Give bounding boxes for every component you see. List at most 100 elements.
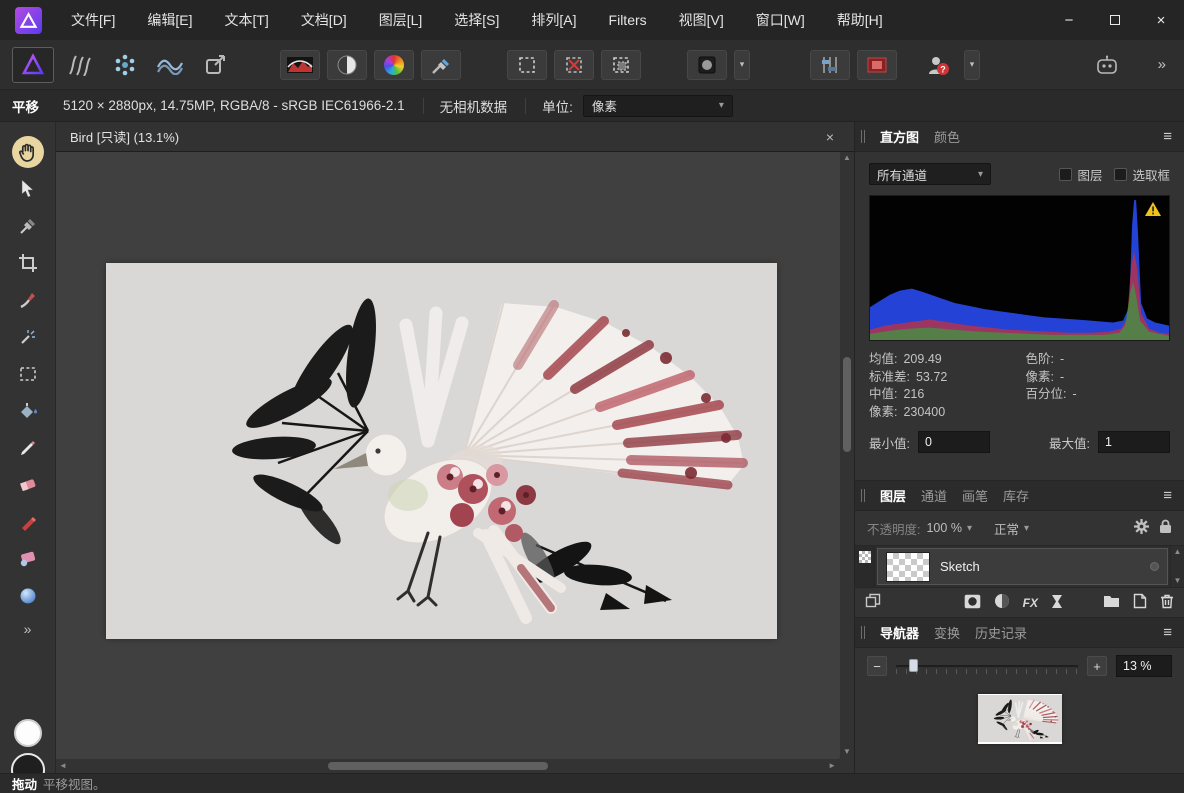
marquee-checkbox[interactable] xyxy=(1114,168,1127,181)
panel-grip-icon[interactable] xyxy=(861,130,865,143)
live-filter-icon[interactable] xyxy=(1051,594,1063,612)
erase-tool-button[interactable] xyxy=(8,467,48,503)
panel-grip-icon[interactable] xyxy=(861,626,865,639)
layer-list-scrollbar[interactable]: ▲ ▼ xyxy=(1170,546,1184,587)
layer-checkbox[interactable] xyxy=(1059,168,1072,181)
auto-white-balance-button[interactable] xyxy=(421,50,461,80)
assistant-dropdown[interactable]: ▾ xyxy=(964,50,980,80)
auto-colours-button[interactable] xyxy=(374,50,414,80)
horizontal-scroll-thumb[interactable] xyxy=(328,762,548,770)
menu-arrange[interactable]: 排列[A] xyxy=(515,0,592,40)
group-layers-icon[interactable] xyxy=(1103,594,1120,611)
quick-mask-button[interactable] xyxy=(687,50,727,80)
foreground-swatch[interactable] xyxy=(14,719,42,747)
layer-thumbnail[interactable] xyxy=(886,552,930,582)
layer-row[interactable]: Sketch xyxy=(877,548,1168,585)
auto-contrast-button[interactable] xyxy=(327,50,367,80)
menu-file[interactable]: 文件[F] xyxy=(55,0,131,40)
tab-transform[interactable]: 变换 xyxy=(934,623,960,642)
tab-navigator[interactable]: 导航器 xyxy=(880,623,919,642)
tab-colour[interactable]: 颜色 xyxy=(934,127,960,146)
tab-stock[interactable]: 库存 xyxy=(1003,486,1029,505)
scroll-up-icon[interactable]: ▲ xyxy=(843,154,851,162)
tab-layers[interactable]: 图层 xyxy=(880,486,906,505)
tab-close-icon[interactable]: × xyxy=(820,129,840,145)
view-tool-button[interactable] xyxy=(8,134,48,170)
assistant-robot-button[interactable] xyxy=(1088,48,1126,82)
invert-selection-button[interactable] xyxy=(601,50,641,80)
marquee-tool-button[interactable] xyxy=(8,356,48,392)
delete-layer-icon[interactable] xyxy=(1160,593,1174,612)
blend-options-gear-icon[interactable] xyxy=(1134,519,1149,537)
scroll-down-icon[interactable]: ▼ xyxy=(843,748,851,756)
background-swatch[interactable] xyxy=(11,753,45,773)
document-tab[interactable]: Bird [只读] (13.1%) × xyxy=(56,122,854,151)
assistant-button[interactable]: ? xyxy=(919,48,957,82)
adjustment-layer-icon[interactable] xyxy=(994,593,1010,612)
export-persona-button[interactable] xyxy=(196,48,234,82)
menu-select[interactable]: 选择[S] xyxy=(438,0,515,40)
layer-effects-icon[interactable]: FX xyxy=(1023,596,1038,610)
warning-icon[interactable] xyxy=(1145,202,1161,219)
vertical-scroll-thumb[interactable] xyxy=(843,357,851,452)
menu-document[interactable]: 文档[D] xyxy=(285,0,363,40)
zoom-in-button[interactable]: + xyxy=(1087,656,1107,676)
tab-brushes[interactable]: 画笔 xyxy=(962,486,988,505)
more-tools-button[interactable]: » xyxy=(24,621,32,637)
menu-help[interactable]: 帮助[H] xyxy=(821,0,899,40)
selection-brush-tool-button[interactable] xyxy=(8,282,48,318)
panel-menu-icon[interactable]: ≡ xyxy=(1163,128,1172,145)
zoom-slider-handle[interactable] xyxy=(909,659,918,672)
blur-tool-button[interactable] xyxy=(8,578,48,614)
blend-mode-select[interactable]: 正常 ▾ xyxy=(994,519,1029,538)
snapping-button[interactable] xyxy=(810,50,850,80)
tab-channels[interactable]: 通道 xyxy=(921,486,947,505)
maximize-button[interactable] xyxy=(1092,0,1138,40)
mask-layer-icon[interactable] xyxy=(964,594,981,612)
tone-mapping-persona-button[interactable] xyxy=(151,48,189,82)
opacity-select[interactable]: 100 % ▾ xyxy=(926,521,971,535)
toolbar-overflow-button[interactable]: » xyxy=(1152,56,1172,73)
viewport[interactable]: ▲ ▼ ◄ ► xyxy=(56,152,854,773)
quick-mask-dropdown[interactable]: ▾ xyxy=(734,50,750,80)
menu-window[interactable]: 窗口[W] xyxy=(740,0,821,40)
zoom-value-input[interactable] xyxy=(1116,655,1172,677)
crop-tool-button[interactable] xyxy=(8,245,48,281)
auto-levels-button[interactable] xyxy=(280,50,320,80)
edit-all-layers-toggle[interactable] xyxy=(855,546,875,587)
scroll-right-icon[interactable]: ► xyxy=(828,762,836,770)
dodge-tool-button[interactable] xyxy=(8,504,48,540)
menu-filters[interactable]: Filters xyxy=(593,0,663,40)
vertical-scrollbar[interactable]: ▲ ▼ xyxy=(840,152,854,758)
menu-text[interactable]: 文本[T] xyxy=(208,0,284,40)
close-button[interactable]: × xyxy=(1138,0,1184,40)
colour-picker-tool-button[interactable] xyxy=(8,208,48,244)
menu-view[interactable]: 视图[V] xyxy=(663,0,740,40)
layer-visibility-checkbox[interactable] xyxy=(1150,562,1159,571)
panel-menu-icon[interactable]: ≡ xyxy=(1163,487,1172,504)
max-input[interactable] xyxy=(1098,431,1170,453)
flood-select-tool-button[interactable] xyxy=(8,319,48,355)
zoom-out-button[interactable]: − xyxy=(867,656,887,676)
navigator-thumbnail[interactable] xyxy=(978,694,1062,744)
new-layer-icon[interactable] xyxy=(1133,593,1147,612)
panel-menu-icon[interactable]: ≡ xyxy=(1163,624,1172,641)
scroll-down-icon[interactable]: ▼ xyxy=(1174,577,1182,585)
move-tool-button[interactable] xyxy=(8,171,48,207)
smudge-tool-button[interactable] xyxy=(8,541,48,577)
menu-layer[interactable]: 图层[L] xyxy=(363,0,439,40)
zoom-slider[interactable] xyxy=(896,656,1078,676)
scroll-up-icon[interactable]: ▲ xyxy=(1174,548,1182,556)
panel-grip-icon[interactable] xyxy=(861,489,865,502)
minimize-button[interactable]: − xyxy=(1046,0,1092,40)
develop-persona-button[interactable] xyxy=(106,48,144,82)
unit-select[interactable]: 像素 ▾ xyxy=(583,95,733,117)
deselect-button[interactable] xyxy=(554,50,594,80)
scroll-left-icon[interactable]: ◄ xyxy=(59,762,67,770)
duplicate-layer-icon[interactable] xyxy=(865,593,881,612)
photo-persona-button[interactable] xyxy=(12,47,54,83)
select-all-button[interactable] xyxy=(507,50,547,80)
menu-edit[interactable]: 编辑[E] xyxy=(131,0,208,40)
tab-history[interactable]: 历史记录 xyxy=(975,623,1027,642)
min-input[interactable] xyxy=(918,431,990,453)
